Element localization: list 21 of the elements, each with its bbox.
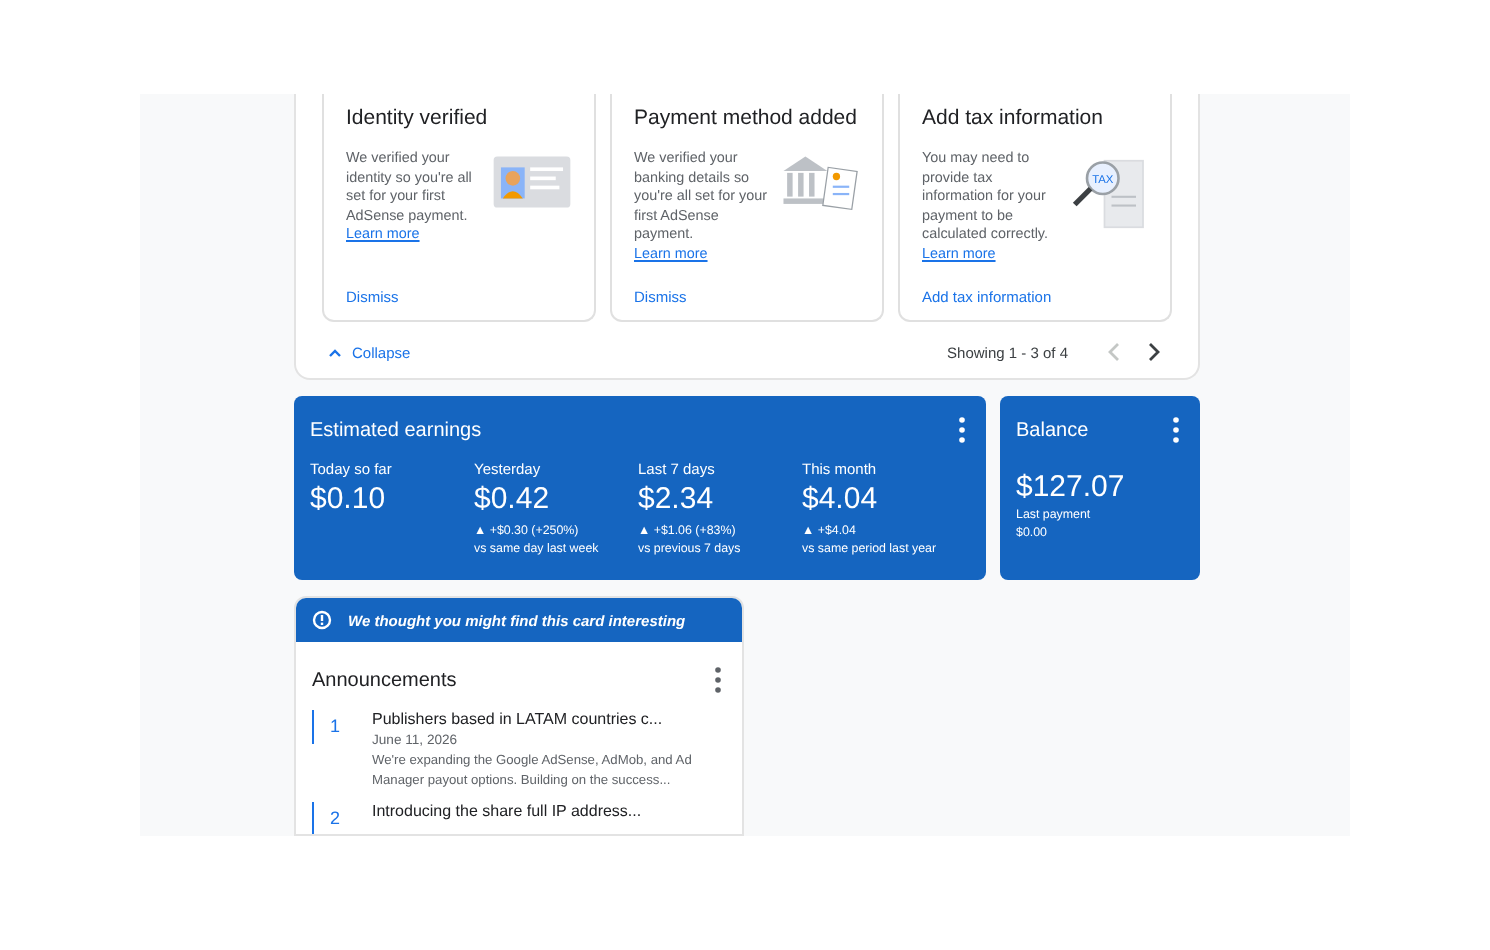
metric-value: $2.34	[638, 482, 716, 516]
card-title: Balance	[1016, 419, 1089, 441]
announcement-title[interactable]: Publishers based in LATAM countries c...	[372, 710, 722, 728]
announcement-title[interactable]: Introducing the share full IP address...	[372, 802, 642, 820]
metric-value: $0.42	[474, 482, 552, 516]
caret-up-icon	[328, 347, 342, 357]
balance-value: $127.07	[1016, 470, 1127, 504]
announcement-number: 2	[312, 802, 372, 834]
task-title: Identity verified	[346, 106, 490, 130]
next-icon[interactable]	[1148, 342, 1160, 362]
announcement-number: 1	[312, 710, 372, 744]
task-title: Payment method added	[634, 106, 859, 130]
more-icon[interactable]	[714, 666, 722, 694]
card-title: Announcements	[312, 669, 457, 691]
card-title: Estimated earnings	[310, 419, 482, 441]
more-icon[interactable]	[1172, 416, 1180, 444]
more-icon[interactable]	[958, 416, 966, 444]
metric-value: $4.04	[802, 482, 880, 516]
metric-value: $0.10	[310, 482, 388, 516]
task-title: Add tax information	[922, 106, 1105, 130]
info-icon	[312, 610, 332, 630]
